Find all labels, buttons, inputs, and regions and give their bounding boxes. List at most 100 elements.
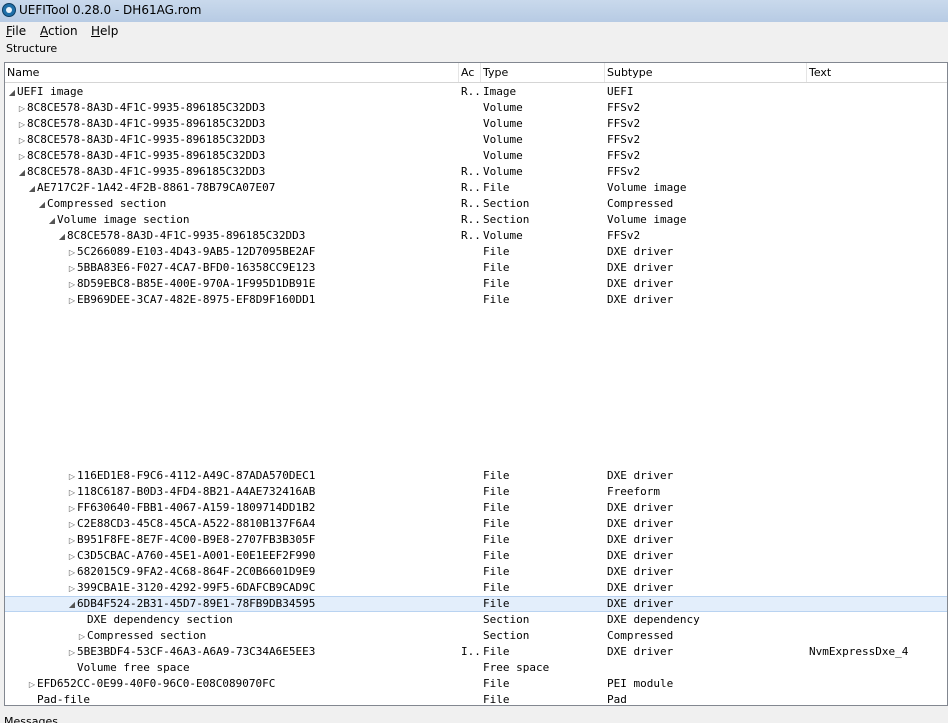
tree-cell-name: ▷ Compressed section <box>5 628 531 645</box>
menu-bar: File Action Help <box>0 22 948 41</box>
tree-cell-action: R... <box>461 181 479 194</box>
column-header-subtype[interactable]: Subtype <box>605 63 807 82</box>
title-bar: UEFITool 0.28.0 - DH61AG.rom <box>0 0 948 22</box>
column-header-type[interactable]: Type <box>481 63 605 82</box>
collapsed-arrow-icon[interactable]: ▷ <box>67 533 77 549</box>
tree-row[interactable]: ▷ EB969DEE-3CA7-482E-8975-EF8D9F160DD1 Fil… <box>5 292 947 308</box>
tree-cell-subtype: Volume image <box>607 213 687 226</box>
collapsed-arrow-icon[interactable]: ▷ <box>67 293 77 309</box>
tree-row[interactable]: ▷ 8C8CE578-8A3D-4F1C-9935-896185C32DD3 Vol… <box>5 116 947 132</box>
tree-row[interactable]: ▷ 8D59EBC8-B85E-400E-970A-1F995D1DB91E Fil… <box>5 276 947 292</box>
collapsed-arrow-icon[interactable]: ▷ <box>67 645 77 661</box>
tree-row[interactable]: ◢UEFI imageR...ImageUEFI <box>5 84 947 100</box>
collapsed-arrow-icon[interactable]: ▷ <box>17 149 27 165</box>
tree-item-label: C2E88CD3-45C8-45CA-A522-8810B137F6A4 <box>77 517 316 530</box>
tree-row[interactable]: ▷ C2E88CD3-45C8-45CA-A522-8810B137F6A4 Fil… <box>5 516 947 532</box>
tree-item-label: DXE dependency section <box>87 613 233 626</box>
tree-cell-subtype: Volume image <box>607 181 687 194</box>
tree-row[interactable]: ▷ Compressed section Section Compressed <box>5 628 947 644</box>
column-header-name[interactable]: Name <box>5 63 459 82</box>
tree-cell-name: ◢ Compressed section <box>5 196 491 213</box>
tree-item-label: 116ED1E8-F9C6-4112-A49C-87ADA570DEC1 <box>77 469 316 482</box>
structure-tree-view[interactable]: Name Ac Type Subtype Text ◢UEFI imageR..… <box>4 62 948 706</box>
collapsed-arrow-icon[interactable]: ▷ <box>67 517 77 533</box>
tree-row[interactable]: ▷ B951F8FE-8E7F-4C00-B9E8-2707FB3B305F Fil… <box>5 532 947 548</box>
tree-row[interactable]: ▷5BE3BDF4-53CF-46A3-A6A9-73C34A6E5EE3I..… <box>5 644 947 660</box>
tree-cell-subtype: DXE driver <box>607 581 674 594</box>
tree-row[interactable]: ▷ 8C8CE578-8A3D-4F1C-9935-896185C32DD3 Vol… <box>5 148 947 164</box>
collapsed-arrow-icon[interactable]: ▷ <box>17 117 27 133</box>
tree-row[interactable]: ◢8C8CE578-8A3D-4F1C-9935-896185C32DD3R..… <box>5 164 947 180</box>
collapsed-arrow-icon[interactable]: ▷ <box>67 501 77 517</box>
tree-row[interactable]: DXE dependency section Section DXE depende… <box>5 612 947 628</box>
tree-cell-subtype: DXE driver <box>607 517 674 530</box>
collapsed-arrow-icon[interactable]: ▷ <box>17 101 27 117</box>
tree-row[interactable]: ▷ 8C8CE578-8A3D-4F1C-9935-896185C32DD3 Vol… <box>5 132 947 148</box>
tree-row[interactable]: ▷ FF630640-FBB1-4067-A159-1809714DD1B2 Fil… <box>5 500 947 516</box>
tree-cell-name: ▷ C3D5CBAC-A760-45E1-A001-E0E1EEF2F990 <box>5 548 521 565</box>
tree-row[interactable]: ◢Volume image sectionR...SectionVolume i… <box>5 212 947 228</box>
expanded-arrow-icon[interactable]: ◢ <box>57 229 67 245</box>
tree-item-label: UEFI image <box>17 85 84 98</box>
expanded-arrow-icon[interactable]: ◢ <box>17 165 27 181</box>
collapsed-arrow-icon[interactable]: ▷ <box>67 245 77 261</box>
tree-row[interactable]: ▷ 116ED1E8-F9C6-4112-A49C-87ADA570DEC1 Fil… <box>5 468 947 484</box>
tree-item-label: 5C266089-E103-4D43-9AB5-12D7095BE2AF <box>77 245 316 258</box>
menu-action[interactable]: Action <box>40 24 78 38</box>
tree-cell-type: Volume <box>483 101 523 114</box>
tree-item-label: 8C8CE578-8A3D-4F1C-9935-896185C32DD3 <box>27 117 266 130</box>
messages-dock-title: Messages <box>4 715 58 723</box>
tree-cell-type: File <box>483 181 510 194</box>
tree-cell-subtype: DXE driver <box>607 245 674 258</box>
collapsed-arrow-icon[interactable]: ▷ <box>67 485 77 501</box>
expanded-arrow-icon[interactable]: ◢ <box>7 85 17 101</box>
tree-cell-action: R... <box>461 213 479 226</box>
menu-help[interactable]: Help <box>91 24 118 38</box>
collapsed-arrow-icon[interactable]: ▷ <box>67 581 77 597</box>
tree-row[interactable]: Volume free space Free space <box>5 660 947 676</box>
tree-row[interactable]: ▷ 8C8CE578-8A3D-4F1C-9935-896185C32DD3 Vol… <box>5 100 947 116</box>
expanded-arrow-icon[interactable]: ◢ <box>47 213 57 229</box>
tree-cell-type: File <box>483 501 510 514</box>
collapsed-arrow-icon[interactable]: ▷ <box>67 549 77 565</box>
tree-row[interactable]: ▷ EFD652CC-0E99-40F0-96C0-E08C089070FC Fil… <box>5 676 947 692</box>
tree-cell-name: ◢ AE717C2F-1A42-4F2B-8861-78B79CA07E07 <box>5 180 481 197</box>
collapsed-arrow-icon[interactable]: ▷ <box>67 565 77 581</box>
tree-item-label: EFD652CC-0E99-40F0-96C0-E08C089070FC <box>37 677 276 690</box>
tree-row[interactable]: ◢8C8CE578-8A3D-4F1C-9935-896185C32DD3R..… <box>5 228 947 244</box>
tree-row[interactable]: ▷ C3D5CBAC-A760-45E1-A001-E0E1EEF2F990 Fil… <box>5 548 947 564</box>
collapsed-arrow-icon[interactable]: ▷ <box>67 277 77 293</box>
tree-cell-name: ▷ B951F8FE-8E7F-4C00-B9E8-2707FB3B305F <box>5 532 521 549</box>
tree-cell-name: ▷ 5C266089-E103-4D43-9AB5-12D7095BE2AF <box>5 244 521 261</box>
tree-cell-type: Volume <box>483 229 523 242</box>
menu-help-mnemonic: H <box>91 24 101 38</box>
tree-item-label: Compressed section <box>87 629 207 642</box>
tree-cell-name: Pad-file <box>5 692 481 705</box>
collapsed-arrow-icon[interactable]: ▷ <box>27 677 37 693</box>
collapsed-arrow-icon[interactable]: ▷ <box>67 261 77 277</box>
tree-cell-name: ▷ 8C8CE578-8A3D-4F1C-9935-896185C32DD3 <box>5 116 471 133</box>
tree-item-label: 8C8CE578-8A3D-4F1C-9935-896185C32DD3 <box>67 229 306 242</box>
collapsed-arrow-icon[interactable]: ▷ <box>17 133 27 149</box>
tree-row-selected[interactable]: ◢ 6DB4F524-2B31-45D7-89E1-78FB9DB34595 Fil… <box>5 596 947 612</box>
tree-item-label: FF630640-FBB1-4067-A159-1809714DD1B2 <box>77 501 316 514</box>
collapsed-arrow-icon[interactable]: ▷ <box>77 629 87 645</box>
collapsed-arrow-icon[interactable]: ▷ <box>67 469 77 485</box>
tree-cell-name: ◢ UEFI image <box>5 84 461 101</box>
expanded-arrow-icon[interactable]: ◢ <box>67 598 77 612</box>
tree-row[interactable]: ▷ 5C266089-E103-4D43-9AB5-12D7095BE2AF Fil… <box>5 244 947 260</box>
column-header-text[interactable]: Text <box>807 63 947 82</box>
tree-row[interactable]: ▷ 399CBA1E-3120-4292-99F5-6DAFCB9CAD9C Fil… <box>5 580 947 596</box>
tree-row[interactable]: ◢AE717C2F-1A42-4F2B-8861-78B79CA07E07R..… <box>5 180 947 196</box>
column-header-action[interactable]: Ac <box>459 63 481 82</box>
tree-cell-subtype: DXE driver <box>607 533 674 546</box>
tree-row[interactable]: Pad-file File Pad <box>5 692 947 705</box>
tree-row[interactable]: ▷ 5BBA83E6-F027-4CA7-BFD0-16358CC9E123 Fil… <box>5 260 947 276</box>
tree-row[interactable]: ▷ 682015C9-9FA2-4C68-864F-2C0B6601D9E9 Fil… <box>5 564 947 580</box>
tree-row[interactable]: ◢Compressed sectionR...SectionCompressed <box>5 196 947 212</box>
expanded-arrow-icon[interactable]: ◢ <box>27 181 37 197</box>
expanded-arrow-icon[interactable]: ◢ <box>37 197 47 213</box>
tree-row[interactable]: ▷ 118C6187-B0D3-4FD4-8B21-A4AE732416AB Fil… <box>5 484 947 500</box>
tree-cell-type: File <box>483 485 510 498</box>
menu-file[interactable]: File <box>6 24 26 38</box>
